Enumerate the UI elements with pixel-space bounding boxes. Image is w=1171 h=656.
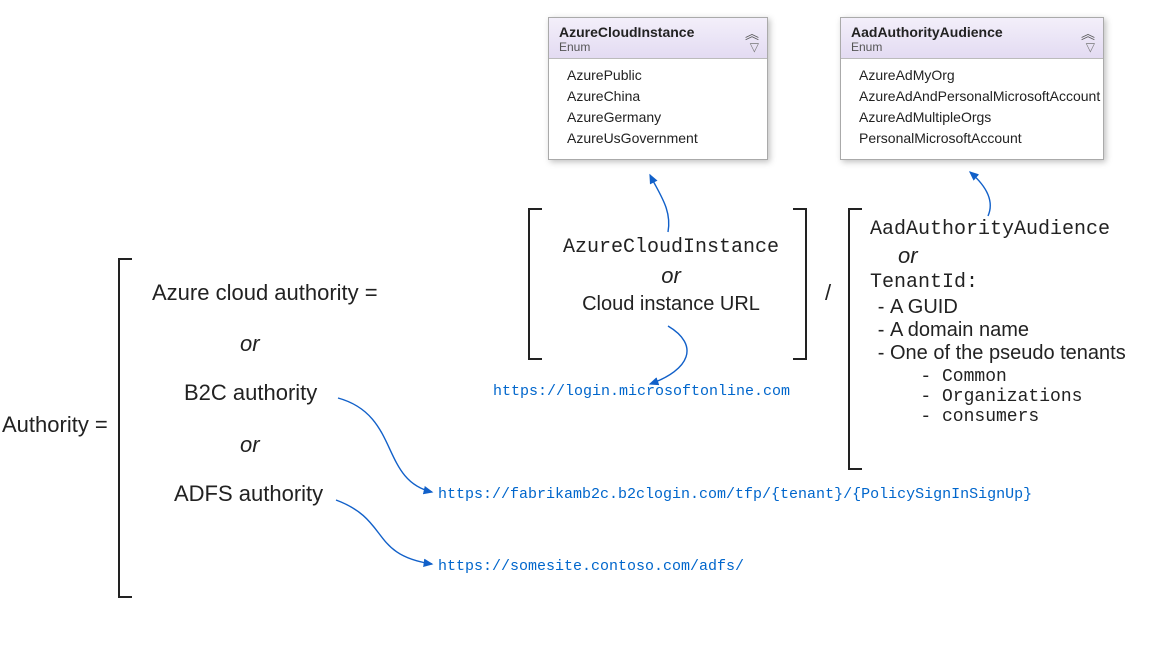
enum1-v1: AzureChina bbox=[567, 86, 755, 107]
enum2-name: AadAuthorityAudience bbox=[851, 24, 1093, 40]
bracket-mid-left bbox=[528, 208, 542, 360]
bullet-domain: A domain name bbox=[890, 319, 1126, 342]
azure-cloud-instance-label: AzureCloudInstance bbox=[556, 236, 786, 259]
cloud-instance-url-label: Cloud instance URL bbox=[556, 293, 786, 316]
enum2-v2: AzureAdMultipleOrgs bbox=[859, 107, 1091, 128]
enum1-name: AzureCloudInstance bbox=[559, 24, 757, 40]
opt-adfs: ADFS authority bbox=[174, 481, 323, 507]
enum2-v1: AzureAdAndPersonalMicrosoftAccount bbox=[859, 86, 1091, 107]
opt-b2c: B2C authority bbox=[184, 380, 317, 406]
enum2-type: Enum bbox=[851, 40, 1093, 54]
slash-separator: / bbox=[825, 280, 831, 306]
enum2-body: AzureAdMyOrg AzureAdAndPersonalMicrosoft… bbox=[841, 59, 1103, 159]
bullet-guid: A GUID bbox=[890, 296, 1126, 319]
pseudo-consumers: consumers bbox=[942, 407, 1126, 427]
enum2-v3: PersonalMicrosoftAccount bbox=[859, 128, 1091, 149]
url-login[interactable]: https://login.microsoftonline.com bbox=[493, 383, 790, 400]
bracket-mid-right bbox=[793, 208, 807, 360]
enum2-v0: AzureAdMyOrg bbox=[859, 65, 1091, 86]
pseudo-organizations: Organizations bbox=[942, 387, 1126, 407]
enum1-type: Enum bbox=[559, 40, 757, 54]
filter-icon: ▽ bbox=[750, 40, 759, 54]
authority-label: Authority = bbox=[2, 412, 108, 438]
pseudo-tenants-list: Common Organizations consumers bbox=[942, 367, 1126, 427]
bracket-outer bbox=[118, 258, 132, 598]
or-right: or bbox=[898, 243, 1126, 269]
bracket-right bbox=[848, 208, 862, 470]
tenantid-label: TenantId: bbox=[870, 271, 1126, 294]
url-adfs[interactable]: https://somesite.contoso.com/adfs/ bbox=[438, 558, 744, 575]
tenantid-bullets: A GUID A domain name One of the pseudo t… bbox=[890, 296, 1126, 365]
bullet-pseudo: One of the pseudo tenants bbox=[890, 342, 1126, 365]
enum1-v0: AzurePublic bbox=[567, 65, 755, 86]
enum-azurecloudinstance: AzureCloudInstance Enum ︽ ▽ AzurePublic … bbox=[548, 17, 768, 160]
or-1: or bbox=[240, 331, 260, 357]
enum1-v2: AzureGermany bbox=[567, 107, 755, 128]
enum1-v3: AzureUsGovernment bbox=[567, 128, 755, 149]
or-2: or bbox=[240, 432, 260, 458]
opt-azure-cloud: Azure cloud authority = bbox=[152, 280, 378, 306]
aad-audience-label: AadAuthorityAudience bbox=[870, 218, 1126, 241]
enum1-body: AzurePublic AzureChina AzureGermany Azur… bbox=[549, 59, 767, 159]
filter-icon: ▽ bbox=[1086, 40, 1095, 54]
url-b2c[interactable]: https://fabrikamb2c.b2clogin.com/tfp/{te… bbox=[438, 486, 1032, 503]
enum-aadaudience: AadAuthorityAudience Enum ︽ ▽ AzureAdMyO… bbox=[840, 17, 1104, 160]
or-mid: or bbox=[556, 263, 786, 289]
pseudo-common: Common bbox=[942, 367, 1126, 387]
